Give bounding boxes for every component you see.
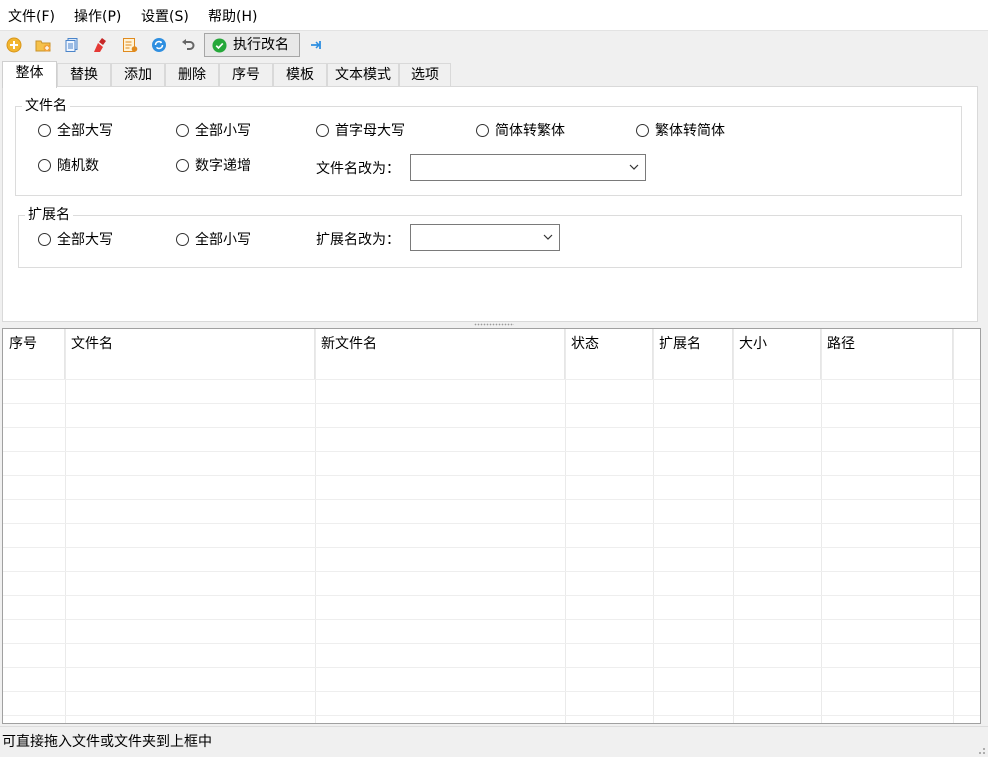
filename-uppercase-radio[interactable]: 全部大写 (38, 121, 113, 141)
resize-grip-icon[interactable] (976, 745, 986, 755)
menu-settings[interactable]: 设置(S) (141, 7, 189, 27)
chevron-down-icon (629, 164, 639, 170)
filename-trad-to-simp-radio[interactable]: 繁体转简体 (636, 121, 725, 141)
tab-add[interactable]: 添加 (111, 63, 165, 87)
refresh-icon[interactable] (151, 37, 167, 53)
table-row-divider (3, 523, 980, 524)
table-row-divider (3, 643, 980, 644)
menu-bar: 文件(F) 操作(P) 设置(S) 帮助(H) (0, 0, 988, 30)
splitter-grip[interactable] (474, 323, 514, 326)
column-header-extension[interactable]: 扩展名 (653, 329, 733, 379)
filename-group: 文件名 全部大写 全部小写 首字母大写 简体转繁体 繁体转简体 随机数 数字递增… (15, 97, 962, 196)
filename-group-title: 文件名 (22, 97, 70, 115)
radio-circle (636, 124, 649, 137)
add-file-icon[interactable] (6, 37, 22, 53)
table-row-divider (3, 451, 980, 452)
radio-circle (176, 159, 189, 172)
tab-text-mode[interactable]: 文本模式 (327, 63, 399, 87)
column-header-status[interactable]: 状态 (565, 329, 653, 379)
extension-rename-combo[interactable] (410, 224, 560, 251)
extension-uppercase-radio[interactable]: 全部大写 (38, 230, 113, 250)
radio-circle (38, 159, 51, 172)
radio-circle (176, 124, 189, 137)
tab-options[interactable]: 选项 (399, 63, 451, 87)
tab-sequence[interactable]: 序号 (219, 63, 273, 87)
file-list-table[interactable]: 序号 文件名 新文件名 状态 扩展名 大小 路径 (2, 328, 981, 724)
column-divider (653, 329, 654, 723)
radio-circle (38, 124, 51, 137)
status-text: 可直接拖入文件或文件夹到上框中 (2, 734, 212, 750)
column-header-new-filename[interactable]: 新文件名 (315, 329, 565, 379)
extension-group-title: 扩展名 (25, 206, 73, 224)
table-row-divider (3, 379, 980, 380)
toolbar: 执行改名 (0, 30, 988, 61)
column-divider (953, 329, 954, 723)
table-row-divider (3, 691, 980, 692)
copy-icon[interactable] (64, 37, 80, 53)
filename-increment-radio[interactable]: 数字递增 (176, 156, 251, 176)
edit-list-icon[interactable] (122, 37, 138, 53)
column-header-index[interactable]: 序号 (3, 329, 65, 379)
radio-label: 数字递增 (195, 158, 251, 174)
column-divider (733, 329, 734, 723)
radio-circle (176, 233, 189, 246)
filename-rename-label: 文件名改为： (316, 161, 400, 177)
extension-group: 扩展名 全部大写 全部小写 扩展名改为： (18, 206, 962, 268)
execute-rename-label: 执行改名 (233, 37, 289, 53)
table-row-divider (3, 499, 980, 500)
pin-icon[interactable] (309, 37, 325, 53)
column-divider (315, 329, 316, 723)
radio-circle (38, 233, 51, 246)
tab-strip: 整体 替换 添加 删除 序号 模板 文本模式 选项 (0, 61, 988, 88)
filename-lowercase-radio[interactable]: 全部小写 (176, 121, 251, 141)
tab-replace[interactable]: 替换 (57, 63, 111, 87)
extension-lowercase-radio[interactable]: 全部小写 (176, 230, 251, 250)
table-row-divider (3, 595, 980, 596)
radio-label: 首字母大写 (335, 123, 405, 139)
undo-icon[interactable] (180, 37, 196, 53)
check-icon (212, 38, 227, 53)
column-header-size[interactable]: 大小 (733, 329, 821, 379)
radio-circle (316, 124, 329, 137)
tab-delete[interactable]: 删除 (165, 63, 219, 87)
status-bar: 可直接拖入文件或文件夹到上框中 (0, 726, 988, 757)
radio-label: 全部大写 (57, 232, 113, 248)
chevron-down-icon (543, 234, 553, 240)
extension-rename-label: 扩展名改为： (316, 232, 400, 248)
table-row-divider (3, 715, 980, 716)
column-divider (565, 329, 566, 723)
radio-label: 全部小写 (195, 232, 251, 248)
radio-circle (476, 124, 489, 137)
radio-label: 繁体转简体 (655, 123, 725, 139)
table-row-divider (3, 619, 980, 620)
menu-file[interactable]: 文件(F) (8, 7, 55, 27)
table-row-divider (3, 547, 980, 548)
tab-overall[interactable]: 整体 (2, 61, 57, 88)
filename-capitalize-radio[interactable]: 首字母大写 (316, 121, 405, 141)
column-divider (821, 329, 822, 723)
column-header-path[interactable]: 路径 (821, 329, 953, 379)
tab-template[interactable]: 模板 (273, 63, 327, 87)
table-row-divider (3, 427, 980, 428)
radio-label: 全部大写 (57, 123, 113, 139)
execute-rename-button[interactable]: 执行改名 (204, 33, 300, 57)
filename-random-radio[interactable]: 随机数 (38, 156, 99, 176)
radio-label: 简体转繁体 (495, 123, 565, 139)
table-row-divider (3, 667, 980, 668)
radio-label: 全部小写 (195, 123, 251, 139)
menu-operate[interactable]: 操作(P) (74, 7, 121, 27)
add-folder-icon[interactable] (35, 37, 51, 53)
overall-panel: 文件名 全部大写 全部小写 首字母大写 简体转繁体 繁体转简体 随机数 数字递增… (2, 86, 978, 322)
filename-simp-to-trad-radio[interactable]: 简体转繁体 (476, 121, 565, 141)
filename-rename-combo[interactable] (410, 154, 646, 181)
radio-label: 随机数 (57, 158, 99, 174)
menu-help[interactable]: 帮助(H) (208, 7, 257, 27)
table-row-divider (3, 475, 980, 476)
column-header-filename[interactable]: 文件名 (65, 329, 315, 379)
clear-icon[interactable] (93, 37, 109, 53)
column-divider (65, 329, 66, 723)
table-row-divider (3, 403, 980, 404)
table-row-divider (3, 571, 980, 572)
